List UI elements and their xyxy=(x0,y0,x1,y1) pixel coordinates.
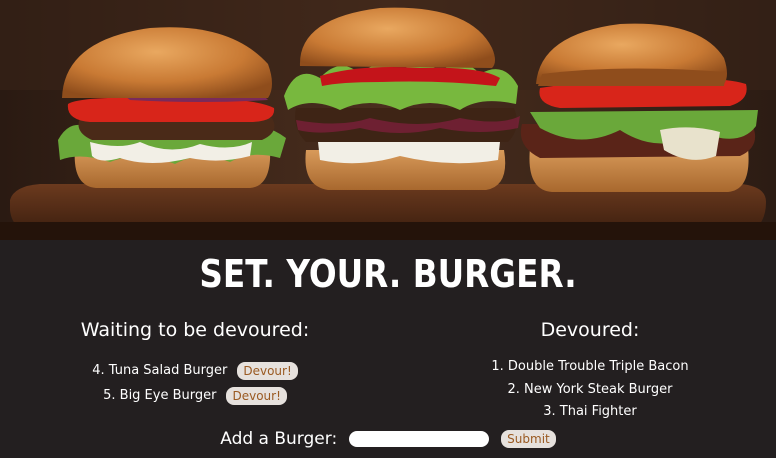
list-item: 1. Double Trouble Triple Bacon xyxy=(491,359,689,374)
devoured-heading: Devoured: xyxy=(540,319,640,341)
list-item: 5. Big Eye Burger Devour! xyxy=(40,383,350,408)
waiting-list: 4. Tuna Salad Burger Devour! 5. Big Eye … xyxy=(40,358,350,408)
burger-photo-icon xyxy=(0,0,776,240)
waiting-heading: Waiting to be devoured: xyxy=(80,319,310,341)
add-burger-label: Add a Burger: xyxy=(220,429,338,449)
burger-name-input[interactable] xyxy=(349,431,490,447)
waiting-column: Waiting to be devoured: 4. Tuna Salad Bu… xyxy=(40,316,350,408)
hero-burger-image xyxy=(0,0,776,240)
page-title: SET. YOUR. BURGER. xyxy=(199,252,577,296)
burger-label: 4. Tuna Salad Burger xyxy=(92,363,228,378)
add-burger-form: Add a Burger: Submit xyxy=(0,427,776,451)
list-item: 4. Tuna Salad Burger Devour! xyxy=(40,358,350,383)
burger-label: 5. Big Eye Burger xyxy=(103,388,217,403)
submit-button[interactable]: Submit xyxy=(501,430,556,448)
list-item: 2. New York Steak Burger xyxy=(507,381,673,397)
devour-button[interactable]: Devour! xyxy=(226,386,287,405)
list-item: 3. Thai Fighter xyxy=(543,404,637,419)
devoured-column: Devoured: 1. Double Trouble Triple Bacon… xyxy=(440,316,740,424)
devoured-list: 1. Double Trouble Triple Bacon 2. New Yo… xyxy=(440,356,740,424)
devour-button[interactable]: Devour! xyxy=(237,361,298,380)
